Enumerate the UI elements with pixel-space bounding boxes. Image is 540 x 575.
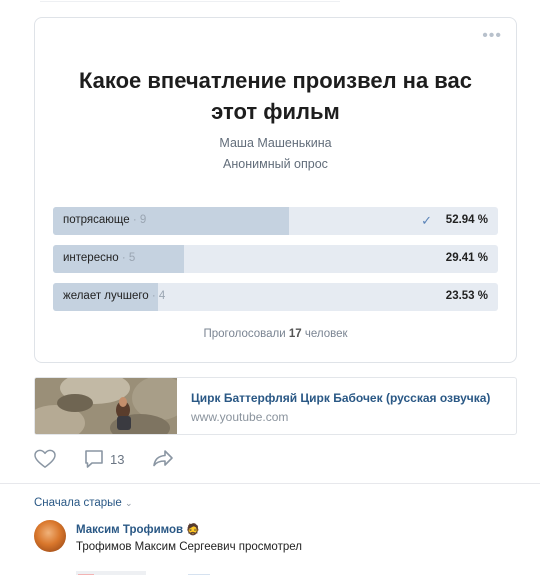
video-thumbnail-image xyxy=(35,378,177,434)
poll-author[interactable]: Маша Машенькина xyxy=(35,136,516,150)
next-comment-preview xyxy=(76,565,216,575)
video-thumbnail[interactable] xyxy=(35,378,177,434)
comment-button[interactable]: 13 xyxy=(84,449,124,469)
answer-count: · 5 xyxy=(121,252,136,264)
comment-count: 13 xyxy=(110,451,125,467)
link-url: www.youtube.com xyxy=(191,410,289,424)
comment-sort-dropdown[interactable]: Сначала старые ⌄ xyxy=(34,497,133,509)
share-icon xyxy=(153,450,173,467)
attachment-preview-image xyxy=(76,571,210,575)
answer-label: потрясающе · 9 xyxy=(63,214,147,226)
answer-count: · 9 xyxy=(132,214,147,226)
comment-item: Максим Трофимов 🧔 Трофимов Максим Сергеев… xyxy=(34,520,514,560)
comment-author[interactable]: Максим Трофимов 🧔 xyxy=(76,523,200,536)
answer-percent: 29.41 % xyxy=(445,252,488,264)
poll-title: Какое впечатление произвел на вас этот ф… xyxy=(78,68,473,124)
comment-icon xyxy=(85,450,103,468)
poll-answers: потрясающе · 9 ✓ 52.94 % интересно · 5 2… xyxy=(53,207,498,321)
poll-type: Анонимный опрос xyxy=(223,157,328,171)
answer-label: интересно · 5 xyxy=(63,252,136,264)
answer-percent: 23.53 % xyxy=(445,290,488,302)
answer-percent: 52.94 % xyxy=(445,214,488,226)
checkmark-icon: ✓ xyxy=(421,213,432,228)
avatar[interactable] xyxy=(34,520,66,552)
poll-answer[interactable]: интересно · 5 29.41 % xyxy=(53,245,498,273)
answer-count: · 4 xyxy=(151,290,166,302)
previous-post-edge xyxy=(40,0,340,2)
link-attachment[interactable]: Цирк Баттерфляй Цирк Бабочек (русская оз… xyxy=(34,377,517,435)
poll-answer[interactable]: желает лучшего · 4 23.53 % xyxy=(53,283,498,311)
author-emoji-icon: 🧔 xyxy=(186,524,200,536)
section-divider xyxy=(0,483,540,484)
chevron-down-icon: ⌄ xyxy=(125,498,133,508)
poll-vote-total[interactable]: Проголосовали 17 человек xyxy=(35,328,516,340)
like-button[interactable] xyxy=(34,449,56,469)
comment-text: Трофимов Максим Сергеевич просмотрел xyxy=(76,541,302,553)
poll-card: ••• Какое впечатление произвел на вас эт… xyxy=(34,17,517,363)
poll-answer[interactable]: потрясающе · 9 ✓ 52.94 % xyxy=(53,207,498,235)
more-options-icon[interactable]: ••• xyxy=(482,28,502,44)
link-title[interactable]: Цирк Баттерфляй Цирк Бабочек (русская оз… xyxy=(191,391,490,405)
answer-label: желает лучшего · 4 xyxy=(63,290,166,302)
heart-icon xyxy=(34,449,56,468)
share-button[interactable] xyxy=(152,449,174,467)
